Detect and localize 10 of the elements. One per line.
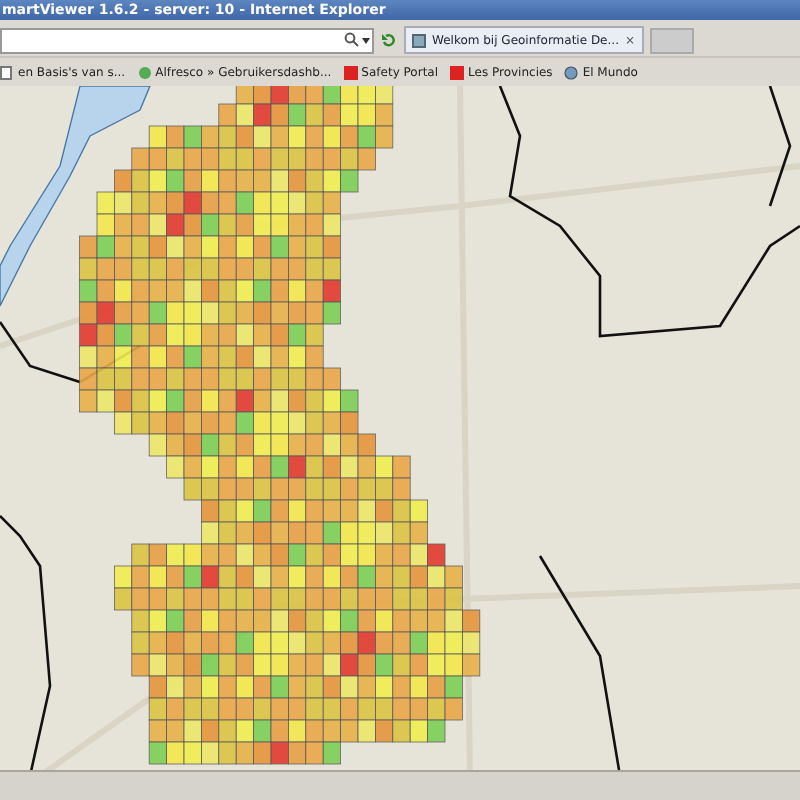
square-icon [450,65,465,79]
refresh-icon[interactable] [380,31,398,49]
globe-icon [564,65,579,79]
address-field[interactable] [0,27,374,53]
map-drawing[interactable] [0,86,800,776]
search-icon[interactable] [344,32,360,48]
page-icon [412,33,426,47]
page-icon [0,65,14,79]
square-icon [343,65,358,79]
dropdown-icon[interactable] [360,32,372,48]
